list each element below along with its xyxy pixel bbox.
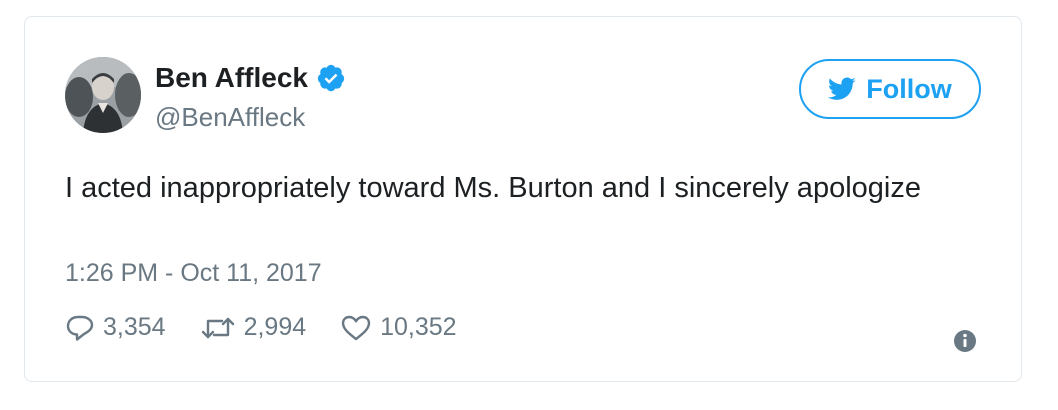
retweet-icon xyxy=(200,315,236,341)
follow-button-label: Follow xyxy=(866,73,952,104)
avatar[interactable] xyxy=(65,57,141,133)
twitter-bird-icon xyxy=(828,77,856,101)
tweet-timestamp[interactable]: 1:26 PM - Oct 11, 2017 xyxy=(65,257,322,289)
heart-icon xyxy=(340,314,372,342)
reply-count: 3,354 xyxy=(103,313,166,341)
reply-action[interactable]: 3,354 xyxy=(65,313,166,342)
retweet-count: 2,994 xyxy=(243,313,307,341)
name-row: Ben Affleck xyxy=(155,61,346,95)
display-name[interactable]: Ben Affleck xyxy=(155,61,308,95)
retweet-action[interactable]: 2,994 xyxy=(200,313,307,342)
info-icon[interactable] xyxy=(953,329,977,353)
tweet-card: Ben Affleck @BenAffleck Follow I acted i… xyxy=(24,16,1022,382)
follow-button[interactable]: Follow xyxy=(799,59,981,119)
like-action[interactable]: 10,352 xyxy=(340,313,457,342)
tweet-actions: 3,354 2,994 10,352 xyxy=(65,313,457,342)
verified-badge-icon xyxy=(316,63,346,93)
like-count: 10,352 xyxy=(380,313,457,341)
user-avatar-photo xyxy=(65,57,141,133)
tweet-text: I acted inappropriately toward Ms. Burto… xyxy=(65,172,921,204)
reply-icon xyxy=(65,314,95,342)
user-handle[interactable]: @BenAffleck xyxy=(155,101,305,133)
